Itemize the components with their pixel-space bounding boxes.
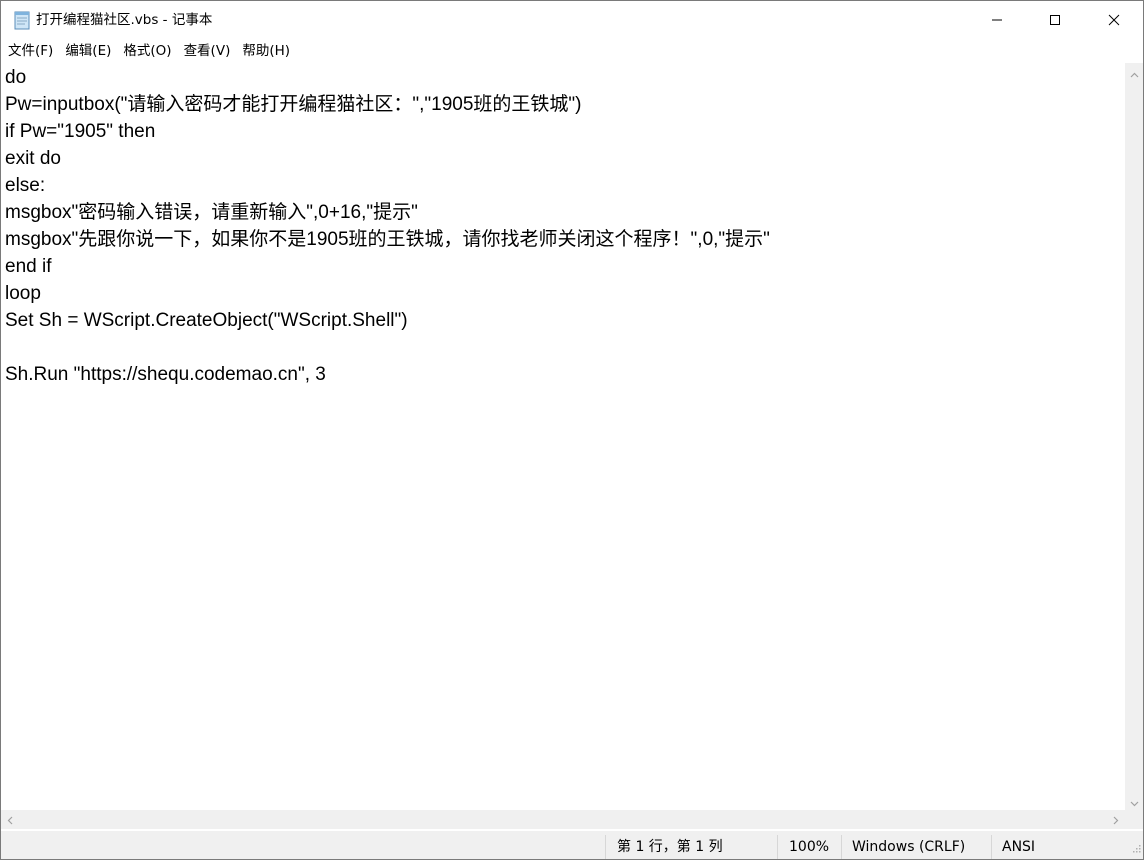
- code-line: Pw=inputbox("请输入密码才能打开编程猫社区：","1905班的王铁城…: [5, 94, 582, 115]
- close-button[interactable]: [1085, 1, 1143, 39]
- line-ending: Windows (CRLF): [852, 839, 966, 855]
- notepad-icon: [12, 10, 32, 30]
- scroll-up-button[interactable]: [1125, 63, 1143, 81]
- code-line: loop: [5, 283, 41, 304]
- status-divider: [991, 835, 992, 859]
- menu-help[interactable]: 帮助(H): [236, 40, 296, 62]
- menu-bar: 文件(F) 编辑(E) 格式(O) 查看(V) 帮助(H): [1, 39, 1143, 63]
- code-line: Sh.Run "https://shequ.codemao.cn", 3: [5, 364, 326, 385]
- maximize-button[interactable]: [1026, 1, 1084, 39]
- close-icon: [1108, 11, 1120, 30]
- menu-edit[interactable]: 编辑(E): [59, 40, 117, 62]
- code-line: msgbox"先跟你说一下，如果你不是1905班的王铁城，请你找老师关闭这个程序…: [5, 229, 770, 250]
- resize-grip-icon[interactable]: [1131, 838, 1141, 857]
- window-title: 打开编程猫社区.vbs - 记事本: [36, 12, 213, 28]
- maximize-icon: [1049, 11, 1061, 30]
- text-editor[interactable]: do Pw=inputbox("请输入密码才能打开编程猫社区：","1905班的…: [1, 63, 1125, 810]
- minimize-icon: [991, 11, 1003, 30]
- title-bar[interactable]: 打开编程猫社区.vbs - 记事本: [1, 1, 1143, 39]
- chevron-up-icon: [1130, 63, 1139, 82]
- code-line: if Pw="1905" then: [5, 121, 156, 142]
- code-line: else:: [5, 175, 46, 196]
- scroll-right-button[interactable]: [1107, 810, 1125, 829]
- menu-file[interactable]: 文件(F): [2, 40, 59, 62]
- chevron-down-icon: [1130, 792, 1139, 811]
- cursor-position: 第 1 行，第 1 列: [617, 839, 723, 855]
- notepad-window: 打开编程猫社区.vbs - 记事本 文件(F) 编辑(E) 格式(O) 查看(V…: [0, 0, 1144, 860]
- chevron-left-icon: [7, 810, 13, 829]
- menu-view[interactable]: 查看(V): [178, 40, 237, 62]
- minimize-button[interactable]: [968, 1, 1026, 39]
- code-line: Set Sh = WScript.CreateObject("WScript.S…: [5, 310, 408, 331]
- status-bar: 第 1 行，第 1 列 100% Windows (CRLF) ANSI: [1, 831, 1143, 859]
- status-divider: [777, 835, 778, 859]
- horizontal-scrollbar[interactable]: [1, 810, 1125, 829]
- status-divider: [841, 835, 842, 859]
- file-encoding: ANSI: [1002, 839, 1036, 855]
- code-line: msgbox"密码输入错误，请重新输入",0+16,"提示": [5, 202, 418, 223]
- scroll-left-button[interactable]: [1, 810, 19, 829]
- code-line: do: [5, 67, 27, 88]
- vertical-scrollbar[interactable]: [1125, 63, 1143, 810]
- status-divider: [605, 835, 606, 859]
- menu-format[interactable]: 格式(O): [117, 40, 177, 62]
- zoom-level: 100%: [789, 839, 830, 855]
- scrollbar-corner: [1125, 810, 1143, 829]
- code-line: end if: [5, 256, 52, 277]
- scroll-down-button[interactable]: [1125, 792, 1143, 810]
- code-line: exit do: [5, 148, 61, 169]
- chevron-right-icon: [1113, 810, 1119, 829]
